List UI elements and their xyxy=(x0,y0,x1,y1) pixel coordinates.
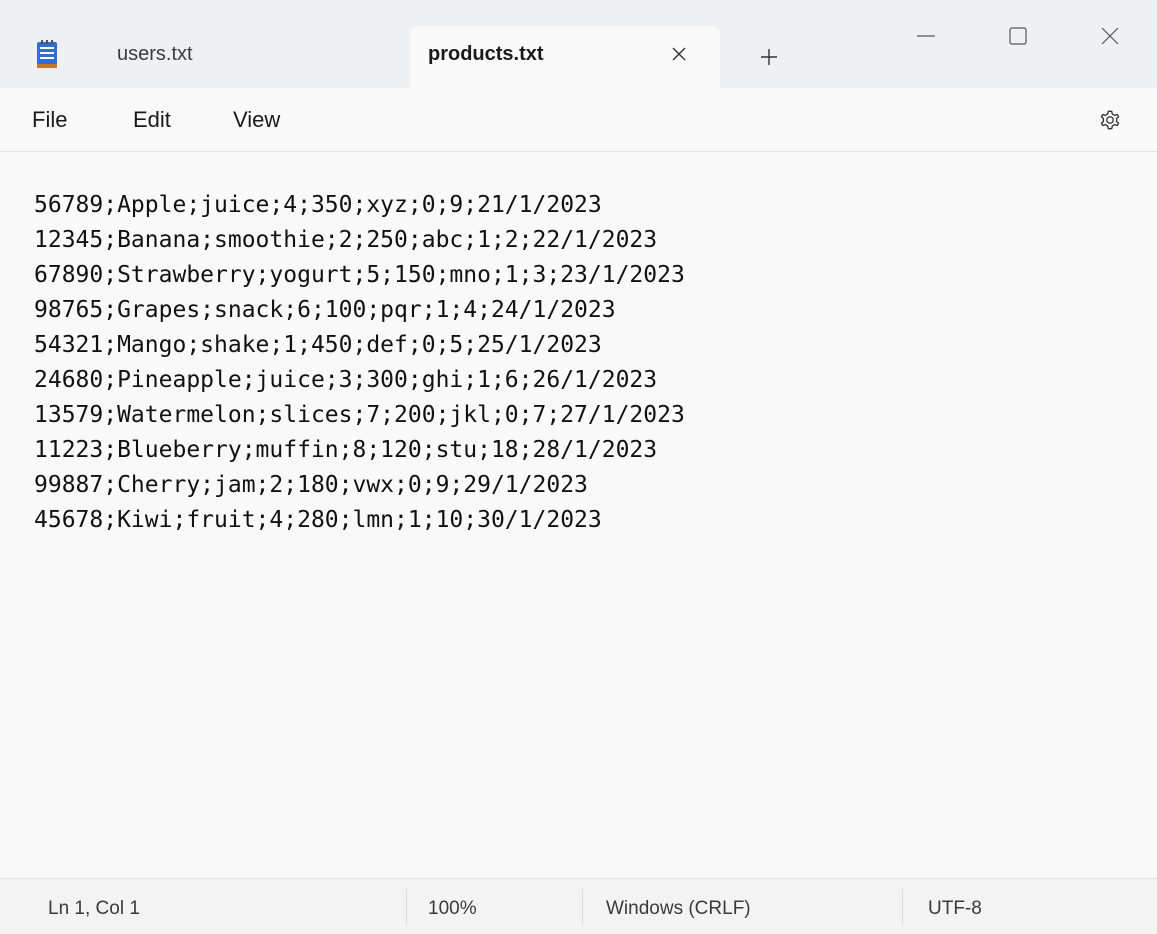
tab-label: products.txt xyxy=(428,43,544,65)
status-divider xyxy=(902,889,903,925)
status-bar: Ln 1, Col 1 100% Windows (CRLF) UTF-8 xyxy=(0,878,1157,934)
close-window-button[interactable] xyxy=(1088,14,1132,58)
settings-button[interactable] xyxy=(1093,103,1127,137)
notepad-icon xyxy=(36,39,58,69)
close-tab-button[interactable] xyxy=(665,40,693,68)
status-divider xyxy=(582,889,583,925)
text-editor[interactable]: 56789;Apple;juice;4;350;xyz;0;9;21/1/202… xyxy=(0,152,1157,878)
tab-users-txt[interactable]: users.txt xyxy=(0,26,410,88)
minimize-button[interactable] xyxy=(904,14,948,58)
menu-file[interactable]: File xyxy=(32,107,67,133)
title-bar: users.txt products.txt xyxy=(0,0,1157,88)
menu-edit[interactable]: Edit xyxy=(133,107,171,133)
encoding[interactable]: UTF-8 xyxy=(928,898,982,920)
plus-icon xyxy=(761,49,777,65)
minimize-icon xyxy=(917,35,935,37)
zoom-level[interactable]: 100% xyxy=(428,898,477,920)
menu-bar: File Edit View xyxy=(0,88,1157,152)
cursor-position: Ln 1, Col 1 xyxy=(48,898,140,919)
new-tab-button[interactable] xyxy=(752,40,786,74)
tab-products-txt[interactable]: products.txt xyxy=(410,26,720,88)
editor-content[interactable]: 56789;Apple;juice;4;350;xyz;0;9;21/1/202… xyxy=(34,188,1134,868)
menu-view[interactable]: View xyxy=(233,107,280,133)
tab-label: users.txt xyxy=(117,43,193,65)
close-icon xyxy=(672,47,686,61)
line-ending[interactable]: Windows (CRLF) xyxy=(606,898,751,920)
gear-icon xyxy=(1100,110,1120,130)
status-divider xyxy=(406,889,407,925)
maximize-button[interactable] xyxy=(996,14,1040,58)
close-icon xyxy=(1101,27,1119,45)
maximize-icon xyxy=(1009,27,1027,45)
